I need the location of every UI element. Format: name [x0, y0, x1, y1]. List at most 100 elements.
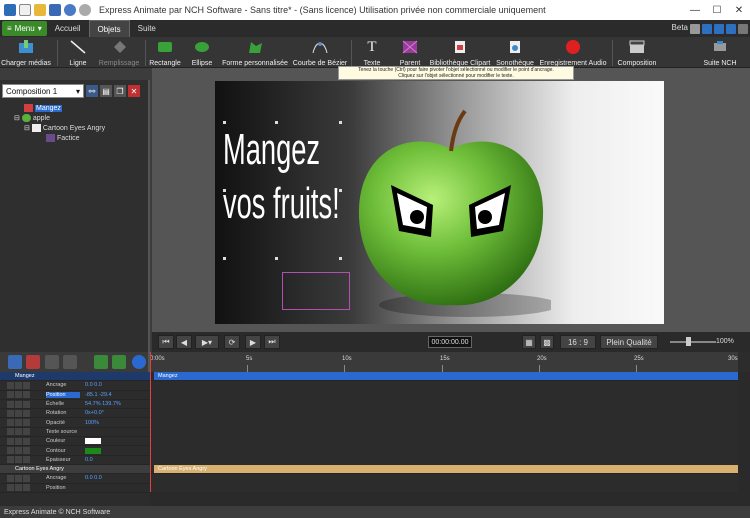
selection-handle[interactable] — [223, 189, 226, 192]
tree-item-mangez[interactable]: Mangez — [24, 103, 62, 113]
property-row[interactable]: Position -85.1 -29.4 — [0, 391, 150, 400]
keyframe-controls[interactable] — [7, 400, 30, 408]
delete-icon[interactable]: ✕ — [128, 85, 140, 97]
step-forward-button[interactable]: ▶ — [245, 335, 261, 349]
selection-handle[interactable] — [339, 189, 342, 192]
link-icon[interactable] — [26, 355, 40, 369]
horizontal-scrollbar[interactable] — [150, 492, 750, 506]
color-swatch[interactable] — [85, 438, 101, 445]
clip-bar-mangez[interactable]: Mangez — [154, 372, 738, 380]
rectangle-button[interactable]: Rectangle — [148, 39, 182, 67]
undo-icon[interactable] — [64, 4, 76, 16]
tree-item-factice[interactable]: Factice — [46, 133, 80, 143]
maximize-button[interactable]: ☐ — [706, 0, 728, 20]
expand-icon[interactable]: ⊟ — [14, 114, 20, 122]
twitter-icon[interactable] — [714, 24, 724, 34]
selection-handle[interactable] — [223, 257, 226, 260]
selection-handle[interactable] — [339, 121, 342, 124]
property-value[interactable]: -85.1 -29.4 — [85, 392, 112, 398]
outline-swatch[interactable] — [85, 447, 101, 454]
apple-image[interactable] — [351, 109, 551, 319]
quality-button[interactable]: Plein Qualité — [600, 335, 658, 349]
canvas-text-layer[interactable]: Mangez vos fruits! — [223, 123, 340, 231]
keyframe-controls[interactable] — [7, 447, 30, 455]
track-mangez[interactable]: Mangez — [150, 372, 738, 382]
help-icon[interactable] — [738, 24, 748, 34]
property-row[interactable]: Rotation 0x+0.0° — [0, 409, 150, 419]
tab-accueil[interactable]: Accueil — [47, 20, 89, 37]
property-value[interactable]: 100% — [85, 420, 99, 426]
property-row[interactable]: Couleur — [0, 437, 150, 447]
property-row[interactable]: Épaisseur 0.0 — [0, 456, 150, 465]
property-row[interactable]: Texte source — [0, 428, 150, 438]
line-button[interactable]: Ligne — [64, 39, 92, 67]
skip-end-button[interactable]: ⏭ — [264, 335, 280, 349]
selection-handle[interactable] — [275, 257, 278, 260]
fill-button[interactable]: Remplissage — [98, 39, 140, 67]
play-button[interactable]: ▶▾ — [195, 335, 219, 349]
nch-suite-button[interactable]: Suite NCH — [703, 39, 737, 67]
selection-handle[interactable] — [223, 121, 226, 124]
loop-button[interactable]: ⟳ — [224, 335, 240, 349]
tree-item-apple[interactable]: ⊟ apple — [14, 113, 50, 123]
keyframe-controls[interactable] — [7, 437, 30, 445]
selection-handle[interactable] — [339, 257, 342, 260]
move-down-icon[interactable] — [112, 355, 126, 369]
selection-handle[interactable] — [275, 121, 278, 124]
track-cartoon-eyes[interactable]: Cartoon Eyes Angry — [150, 465, 738, 475]
property-row[interactable]: Échelle 54.7% 139.7% — [0, 400, 150, 410]
property-value[interactable]: 0x+0.0° — [85, 410, 104, 416]
property-row[interactable]: Contour — [0, 446, 150, 456]
step-back-button[interactable]: ◀ — [176, 335, 192, 349]
move-up-icon[interactable] — [94, 355, 108, 369]
composition-button[interactable]: Composition — [618, 39, 656, 67]
layer-row-mangez[interactable]: Mangez — [0, 372, 150, 382]
like-icon[interactable] — [690, 24, 700, 34]
tab-suite[interactable]: Suite — [130, 20, 164, 37]
duplicate-icon[interactable]: ❐ — [114, 85, 126, 97]
property-row[interactable]: Position — [0, 484, 150, 493]
tab-objets[interactable]: Objets — [88, 20, 130, 37]
zoom-slider-knob[interactable] — [686, 337, 691, 346]
keyframe-controls[interactable] — [7, 409, 30, 417]
safe-area-icon[interactable]: ▩ — [540, 335, 554, 349]
grid-icon[interactable]: ▦ — [522, 335, 536, 349]
property-value[interactable]: 54.7% 139.7% — [85, 401, 121, 407]
property-row[interactable]: Ancrage 0.0 0.0 — [0, 381, 150, 391]
save-icon[interactable] — [49, 4, 61, 16]
aspect-ratio-button[interactable]: 16 : 9 — [560, 335, 596, 349]
property-value[interactable]: 0.0 — [85, 457, 93, 463]
vertical-scrollbar[interactable] — [738, 372, 750, 492]
open-folder-icon[interactable] — [34, 4, 46, 16]
keyframe-controls[interactable] — [7, 484, 30, 492]
parent-button[interactable]: Parent — [398, 39, 422, 67]
audio-record-button[interactable]: Enregistrement Audio — [540, 39, 606, 67]
clipart-library-button[interactable]: Bibliothèque Clipart — [430, 39, 490, 67]
link-icon[interactable]: ⚯ — [86, 85, 98, 97]
menu-button[interactable]: ≡ Menu ▾ — [2, 21, 47, 36]
redo-icon[interactable] — [79, 4, 91, 16]
custom-shape-button[interactable]: Forme personnalisée — [222, 39, 288, 67]
ellipse-button[interactable]: Ellipse — [190, 39, 214, 67]
zoom-slider[interactable] — [670, 341, 716, 343]
keyframe-controls[interactable] — [7, 474, 30, 482]
composition-canvas[interactable]: Mangez vos fruits! — [215, 81, 664, 324]
time-display[interactable]: 00:00:00.00 — [428, 336, 472, 348]
property-row[interactable]: Opacité 100% — [0, 419, 150, 428]
property-value[interactable]: 0.0 0.0 — [85, 475, 102, 481]
property-row[interactable]: Ancrage 0.0 0.0 — [0, 474, 150, 484]
keyframe-controls[interactable] — [7, 391, 30, 399]
skip-start-button[interactable]: ⏮ — [158, 335, 174, 349]
close-button[interactable]: ✕ — [728, 0, 750, 20]
tree-item-cartoon-eyes[interactable]: ⊟ Cartoon Eyes Angry — [24, 123, 105, 133]
sound-library-button[interactable]: Sonothèque — [496, 39, 534, 67]
playhead[interactable] — [150, 352, 151, 492]
minimize-button[interactable]: — — [684, 0, 706, 20]
expand-icon[interactable]: ⊟ — [24, 124, 30, 132]
linkedin-icon[interactable] — [726, 24, 736, 34]
settings-icon[interactable] — [63, 355, 77, 369]
text-button[interactable]: T Texte — [360, 39, 384, 68]
new-file-icon[interactable] — [19, 4, 31, 16]
keyframe-controls[interactable] — [7, 381, 30, 389]
help-icon[interactable] — [132, 355, 146, 369]
